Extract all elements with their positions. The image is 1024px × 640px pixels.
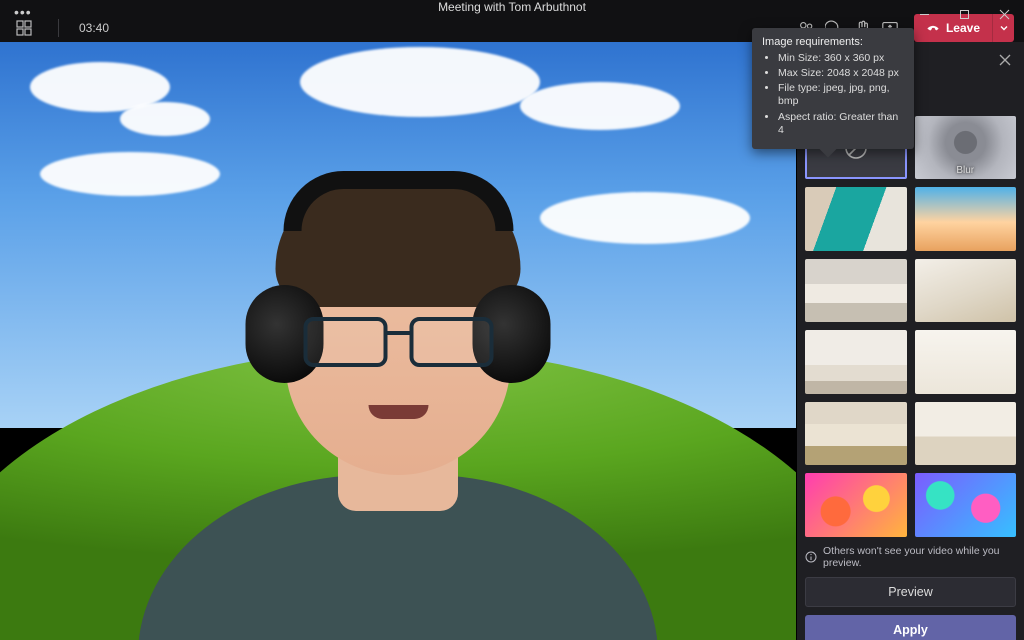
tooltip-item: File type: jpeg, jpg, png, bmp: [778, 82, 904, 108]
tooltip-item: Min Size: 360 x 360 px: [778, 52, 904, 65]
more-menu[interactable]: •••: [14, 4, 32, 20]
grid-2x2-icon: [16, 20, 32, 36]
close-icon: [999, 9, 1010, 20]
participant-silhouette: [138, 475, 658, 640]
video-stage: [0, 42, 796, 640]
panel-close-button[interactable]: [998, 53, 1014, 69]
background-thumbnail[interactable]: [915, 330, 1017, 393]
info-icon: [805, 551, 817, 563]
minimize-button[interactable]: [904, 0, 944, 28]
window-title: Meeting with Tom Arbuthnot: [438, 0, 586, 14]
toolbar-divider: [58, 19, 59, 37]
tooltip-list: Min Size: 360 x 360 px Max Size: 2048 x 2…: [762, 52, 904, 137]
blur-label: Blur: [915, 165, 1017, 176]
maximize-button[interactable]: [944, 0, 984, 28]
close-window-button[interactable]: [984, 0, 1024, 28]
background-blur[interactable]: Blur: [915, 116, 1017, 179]
apply-button[interactable]: Apply: [805, 615, 1016, 640]
background-thumbnail[interactable]: [915, 259, 1017, 322]
app-window: ••• Meeting with Tom Arbuthnot 03:40: [0, 0, 1024, 640]
background-thumbnails: Blur: [805, 116, 1016, 537]
background-thumbnail[interactable]: [915, 187, 1017, 250]
tooltip-title: Image requirements:: [762, 36, 904, 48]
preview-button[interactable]: Preview: [805, 577, 1016, 607]
maximize-icon: [959, 9, 970, 20]
background-thumbnail[interactable]: [805, 187, 907, 250]
meeting-timer: 03:40: [79, 21, 109, 35]
tooltip-item: Max Size: 2048 x 2048 px: [778, 67, 904, 80]
background-thumbnail[interactable]: [805, 330, 907, 393]
background-thumbnail[interactable]: [915, 402, 1017, 465]
window-controls: [904, 0, 1024, 28]
background-thumbnail[interactable]: [805, 473, 907, 536]
image-requirements-tooltip: Image requirements: Min Size: 360 x 360 …: [752, 28, 914, 149]
close-icon: [998, 53, 1012, 67]
titlebar: ••• Meeting with Tom Arbuthnot: [0, 0, 1024, 14]
background-thumbnail[interactable]: [805, 402, 907, 465]
preview-hint: Others won't see your video while you pr…: [805, 545, 1016, 569]
background-thumbnail[interactable]: [915, 473, 1017, 536]
tooltip-item: Aspect ratio: Greater than 4: [778, 111, 904, 137]
minimize-icon: [919, 9, 930, 20]
background-thumbnail[interactable]: [805, 259, 907, 322]
